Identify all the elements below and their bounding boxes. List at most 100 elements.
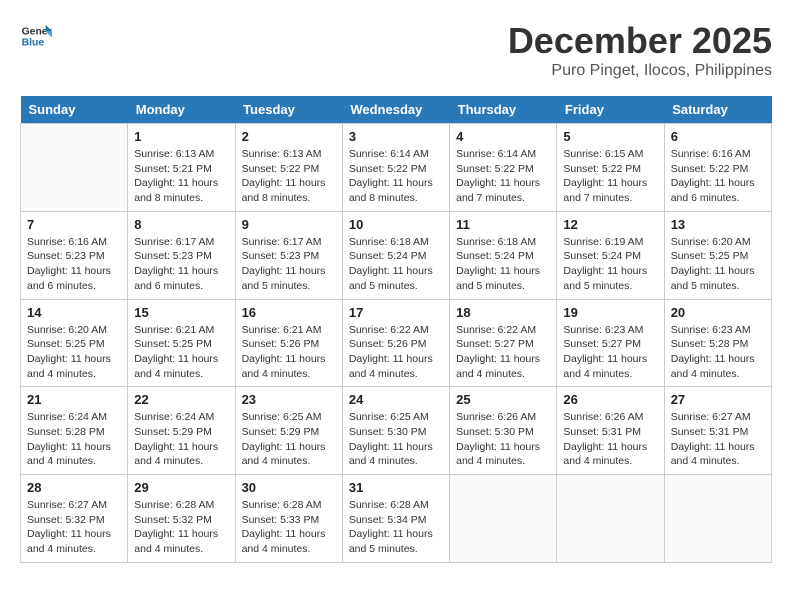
cell-info: Sunrise: 6:26 AM Sunset: 5:31 PM Dayligh… [563,410,657,469]
week-row-3: 14 Sunrise: 6:20 AM Sunset: 5:25 PM Dayli… [21,299,772,387]
calendar-cell: 20 Sunrise: 6:23 AM Sunset: 5:28 PM Dayli… [664,299,771,387]
header: General Blue December 2025 Puro Pinget, … [20,20,772,80]
calendar-cell [450,475,557,563]
month-title: December 2025 [508,20,772,62]
day-number: 15 [134,305,228,320]
cell-info: Sunrise: 6:14 AM Sunset: 5:22 PM Dayligh… [349,147,443,206]
calendar-cell: 26 Sunrise: 6:26 AM Sunset: 5:31 PM Dayli… [557,387,664,475]
calendar-cell: 11Sunrise: 6:18 AM Sunset: 5:24 PM Dayli… [450,211,557,299]
calendar-cell: 7 Sunrise: 6:16 AM Sunset: 5:23 PM Daylig… [21,211,128,299]
calendar-cell: 30 Sunrise: 6:28 AM Sunset: 5:33 PM Dayli… [235,475,342,563]
cell-info: Sunrise: 6:13 AM Sunset: 5:21 PM Dayligh… [134,147,228,206]
day-number: 23 [242,392,336,407]
cell-info: Sunrise: 6:28 AM Sunset: 5:32 PM Dayligh… [134,498,228,557]
day-number: 27 [671,392,765,407]
calendar-cell: 4Sunrise: 6:14 AM Sunset: 5:22 PM Daylig… [450,124,557,212]
calendar-cell: 10 Sunrise: 6:18 AM Sunset: 5:24 PM Dayli… [342,211,449,299]
day-header-monday: Monday [128,96,235,124]
logo: General Blue [20,20,52,52]
cell-info: Sunrise: 6:28 AM Sunset: 5:34 PM Dayligh… [349,498,443,557]
svg-text:Blue: Blue [22,38,45,49]
calendar-cell: 6 Sunrise: 6:16 AM Sunset: 5:22 PM Daylig… [664,124,771,212]
day-number: 8 [134,217,228,232]
day-header-tuesday: Tuesday [235,96,342,124]
cell-info: Sunrise: 6:18 AM Sunset: 5:24 PM Dayligh… [349,235,443,294]
calendar-cell: 21 Sunrise: 6:24 AM Sunset: 5:28 PM Dayli… [21,387,128,475]
calendar-cell [21,124,128,212]
cell-info: Sunrise: 6:24 AM Sunset: 5:29 PM Dayligh… [134,410,228,469]
cell-info: Sunrise: 6:21 AM Sunset: 5:26 PM Dayligh… [242,323,336,382]
day-number: 16 [242,305,336,320]
day-number: 29 [134,480,228,495]
cell-info: Sunrise: 6:25 AM Sunset: 5:29 PM Dayligh… [242,410,336,469]
day-number: 6 [671,129,765,144]
cell-info: Sunrise: 6:21 AM Sunset: 5:25 PM Dayligh… [134,323,228,382]
week-row-1: 1 Sunrise: 6:13 AM Sunset: 5:21 PM Daylig… [21,124,772,212]
cell-info: Sunrise: 6:27 AM Sunset: 5:32 PM Dayligh… [27,498,121,557]
day-number: 7 [27,217,121,232]
day-number: 10 [349,217,443,232]
day-number: 26 [563,392,657,407]
calendar-cell: 3Sunrise: 6:14 AM Sunset: 5:22 PM Daylig… [342,124,449,212]
calendar-cell: 5Sunrise: 6:15 AM Sunset: 5:22 PM Daylig… [557,124,664,212]
day-number: 19 [563,305,657,320]
calendar-cell [557,475,664,563]
calendar-cell: 23 Sunrise: 6:25 AM Sunset: 5:29 PM Dayli… [235,387,342,475]
cell-info: Sunrise: 6:22 AM Sunset: 5:27 PM Dayligh… [456,323,550,382]
cell-info: Sunrise: 6:16 AM Sunset: 5:23 PM Dayligh… [27,235,121,294]
calendar-cell: 24Sunrise: 6:25 AM Sunset: 5:30 PM Dayli… [342,387,449,475]
cell-info: Sunrise: 6:24 AM Sunset: 5:28 PM Dayligh… [27,410,121,469]
day-number: 20 [671,305,765,320]
cell-info: Sunrise: 6:20 AM Sunset: 5:25 PM Dayligh… [27,323,121,382]
calendar-cell: 31 Sunrise: 6:28 AM Sunset: 5:34 PM Dayli… [342,475,449,563]
day-number: 22 [134,392,228,407]
day-number: 11 [456,217,550,232]
day-number: 12 [563,217,657,232]
day-number: 25 [456,392,550,407]
calendar-cell: 2Sunrise: 6:13 AM Sunset: 5:22 PM Daylig… [235,124,342,212]
week-row-5: 28 Sunrise: 6:27 AM Sunset: 5:32 PM Dayli… [21,475,772,563]
cell-info: Sunrise: 6:17 AM Sunset: 5:23 PM Dayligh… [134,235,228,294]
day-number: 1 [134,129,228,144]
week-row-4: 21 Sunrise: 6:24 AM Sunset: 5:28 PM Dayli… [21,387,772,475]
calendar-cell: 9Sunrise: 6:17 AM Sunset: 5:23 PM Daylig… [235,211,342,299]
day-header-friday: Friday [557,96,664,124]
day-number: 28 [27,480,121,495]
cell-info: Sunrise: 6:16 AM Sunset: 5:22 PM Dayligh… [671,147,765,206]
week-row-2: 7 Sunrise: 6:16 AM Sunset: 5:23 PM Daylig… [21,211,772,299]
cell-info: Sunrise: 6:15 AM Sunset: 5:22 PM Dayligh… [563,147,657,206]
calendar-cell: 28 Sunrise: 6:27 AM Sunset: 5:32 PM Dayli… [21,475,128,563]
cell-info: Sunrise: 6:19 AM Sunset: 5:24 PM Dayligh… [563,235,657,294]
calendar-cell: 14 Sunrise: 6:20 AM Sunset: 5:25 PM Dayli… [21,299,128,387]
calendar-cell: 18 Sunrise: 6:22 AM Sunset: 5:27 PM Dayli… [450,299,557,387]
calendar-cell: 13Sunrise: 6:20 AM Sunset: 5:25 PM Dayli… [664,211,771,299]
cell-info: Sunrise: 6:23 AM Sunset: 5:28 PM Dayligh… [671,323,765,382]
cell-info: Sunrise: 6:23 AM Sunset: 5:27 PM Dayligh… [563,323,657,382]
day-number: 14 [27,305,121,320]
calendar-cell: 17 Sunrise: 6:22 AM Sunset: 5:26 PM Dayli… [342,299,449,387]
calendar-cell: 25Sunrise: 6:26 AM Sunset: 5:30 PM Dayli… [450,387,557,475]
cell-info: Sunrise: 6:28 AM Sunset: 5:33 PM Dayligh… [242,498,336,557]
day-number: 21 [27,392,121,407]
day-header-saturday: Saturday [664,96,771,124]
cell-info: Sunrise: 6:27 AM Sunset: 5:31 PM Dayligh… [671,410,765,469]
day-number: 18 [456,305,550,320]
calendar-table: SundayMondayTuesdayWednesdayThursdayFrid… [20,96,772,563]
calendar-cell: 8 Sunrise: 6:17 AM Sunset: 5:23 PM Daylig… [128,211,235,299]
calendar-cell: 15 Sunrise: 6:21 AM Sunset: 5:25 PM Dayli… [128,299,235,387]
calendar-cell: 27 Sunrise: 6:27 AM Sunset: 5:31 PM Dayli… [664,387,771,475]
day-number: 17 [349,305,443,320]
day-header-thursday: Thursday [450,96,557,124]
cell-info: Sunrise: 6:22 AM Sunset: 5:26 PM Dayligh… [349,323,443,382]
day-number: 31 [349,480,443,495]
calendar-cell [664,475,771,563]
cell-info: Sunrise: 6:17 AM Sunset: 5:23 PM Dayligh… [242,235,336,294]
day-header-sunday: Sunday [21,96,128,124]
calendar-header: SundayMondayTuesdayWednesdayThursdayFrid… [21,96,772,124]
cell-info: Sunrise: 6:13 AM Sunset: 5:22 PM Dayligh… [242,147,336,206]
cell-info: Sunrise: 6:20 AM Sunset: 5:25 PM Dayligh… [671,235,765,294]
cell-info: Sunrise: 6:25 AM Sunset: 5:30 PM Dayligh… [349,410,443,469]
title-area: December 2025 Puro Pinget, Ilocos, Phili… [508,20,772,80]
day-number: 30 [242,480,336,495]
day-number: 4 [456,129,550,144]
